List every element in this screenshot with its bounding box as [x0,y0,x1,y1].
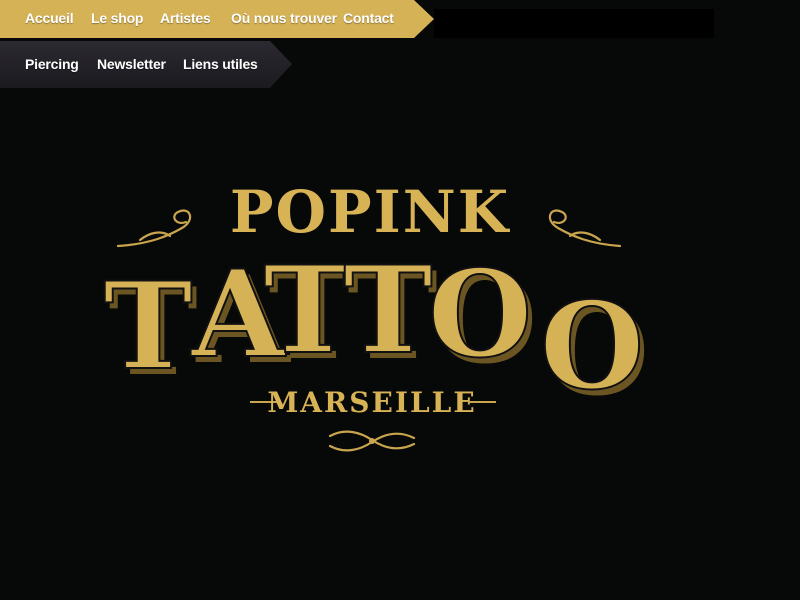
flourish-ornament [328,430,416,452]
nav-item-ou-nous-trouver[interactable]: Où nous trouver [231,10,337,26]
nav-item-newsletter[interactable]: Newsletter [97,56,166,72]
logo-letter: T [343,240,432,381]
logo-letter: O [540,276,645,417]
nav-item-piercing[interactable]: Piercing [25,56,79,72]
logo-letter: T [103,256,192,397]
secondary-nav: Piercing Newsletter Liens utiles [0,41,800,88]
logo-letter: T [263,240,352,381]
popink-tattoo-logo: POPINK TT AATTTT OO OO MARSEILLE [102,178,649,452]
swirl-left-ornament [116,209,192,248]
swirl-right-ornament [548,209,622,248]
nav-item-contact[interactable]: Contact [343,10,394,26]
nav-item-accueil[interactable]: Accueil [25,10,74,26]
logo-popink-text: POPINK [230,178,511,246]
logo-letter: O [428,244,533,385]
nav-item-le-shop[interactable]: Le shop [91,10,143,26]
nav-item-artistes[interactable]: Artistes [160,10,211,26]
primary-nav: Accueil Le shop Artistes Où nous trouver… [0,0,800,38]
nav-item-liens-utiles[interactable]: Liens utiles [183,56,258,72]
logo-marseille-text: MARSEILLE [267,386,476,419]
